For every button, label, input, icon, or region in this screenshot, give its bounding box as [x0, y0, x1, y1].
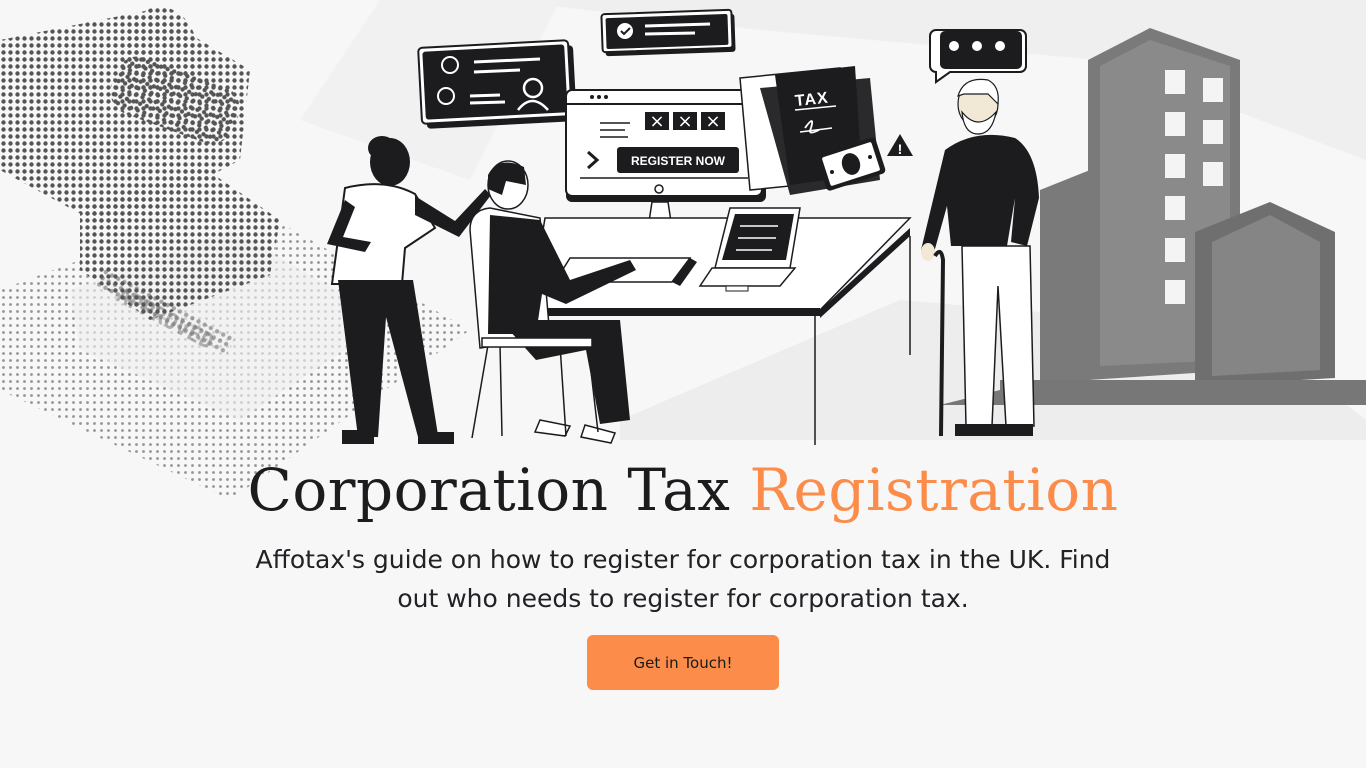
- warning-symbol: !: [898, 141, 903, 157]
- page-title-main: Corporation Tax: [247, 456, 731, 524]
- page-subtitle: Affotax's guide on how to register for c…: [255, 545, 1111, 613]
- register-now-label: REGISTER NOW: [631, 154, 726, 168]
- page-title: Corporation Tax Registration: [0, 450, 1366, 530]
- hero-illustration: APPROVED × × × REGISTER NOW TAX !: [0, 0, 1366, 500]
- checkmark-icon: [600, 8, 736, 57]
- captcha-boxes: × × ×: [645, 111, 725, 132]
- captcha-mark: ×: [677, 111, 692, 132]
- captcha-mark: ×: [649, 111, 664, 132]
- captcha-mark: ×: [705, 111, 720, 132]
- chat-bubble-icon: [929, 29, 1027, 84]
- get-in-touch-button[interactable]: Get in Touch!: [587, 635, 779, 690]
- hero-section: APPROVED × × × REGISTER NOW TAX ! Corpor…: [0, 0, 1366, 768]
- id-card-icon: [417, 39, 577, 129]
- page-title-accent: Registration: [749, 456, 1119, 524]
- warning-icon: !: [887, 134, 913, 157]
